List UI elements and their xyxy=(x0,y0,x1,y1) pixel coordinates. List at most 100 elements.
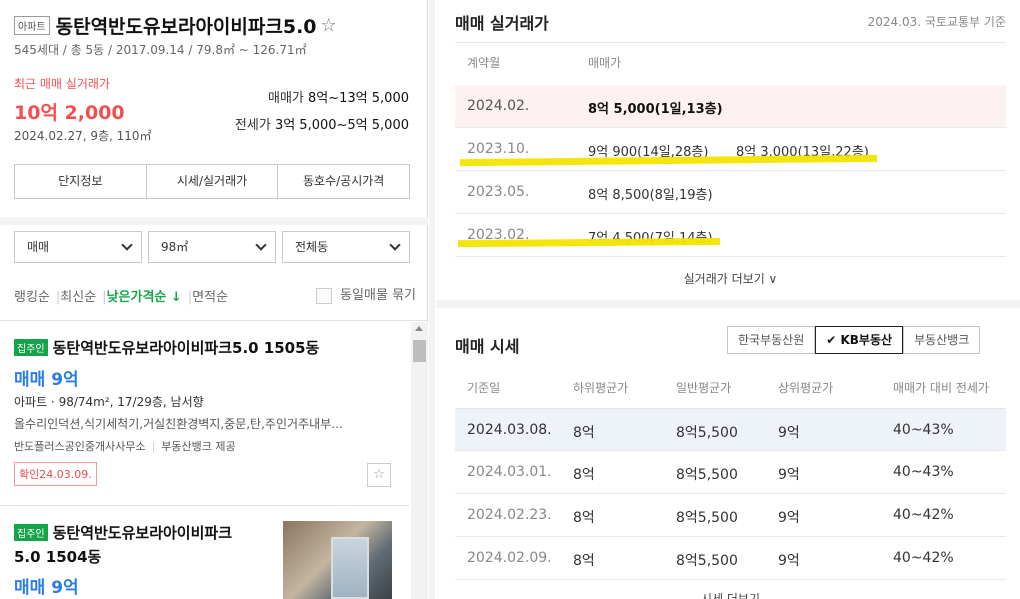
market-source-tabs: 한국부동산원 ✔ KB부동산 부동산뱅크 xyxy=(727,326,981,354)
owner-tag: 집주인 xyxy=(14,339,48,356)
sort-ranking[interactable]: 랭킹순 xyxy=(14,290,50,305)
listing-description: 올수리인덕션,식기세척기,거실친환경벽지,중문,탄,주인거주내부… xyxy=(14,417,344,431)
scrollbar-thumb[interactable] xyxy=(413,340,426,362)
market-upper: 9억 xyxy=(778,553,800,569)
listing-favorite-star-icon[interactable]: ☆ xyxy=(367,463,391,487)
favorite-star-icon[interactable]: ☆ xyxy=(321,15,337,36)
market-date: 2024.03.01. xyxy=(467,464,552,480)
dong-select[interactable]: 전체동 xyxy=(282,231,410,263)
market-general: 8억5,500 xyxy=(676,553,738,569)
area-select[interactable]: 98㎡ xyxy=(148,231,276,263)
market-row: 2024.02.23. 8억 8억5,500 9억 40~42% xyxy=(455,494,1006,537)
tab-kb-real-estate[interactable]: ✔ KB부동산 xyxy=(815,326,904,354)
section-divider xyxy=(436,300,1020,308)
listing-photo[interactable] xyxy=(283,521,392,599)
sort-latest[interactable]: 최신순 xyxy=(60,290,96,305)
market-general: 8억5,500 xyxy=(676,425,738,441)
listing-title-line1: 동탄역반도유보라아이비파크 xyxy=(52,524,233,542)
sort-area[interactable]: 면적순 xyxy=(192,290,228,305)
trade-type-select[interactable]: 매매 xyxy=(14,231,142,263)
sort-options: 랭킹순 |최신순 |낮은가격순 ↓ |면적순 동일매물 묶기 xyxy=(14,284,416,305)
data-provider: 부동산뱅크 제공 xyxy=(161,440,236,453)
same-listing-label: 동일매물 묶기 xyxy=(340,288,416,303)
area-value: 98㎡ xyxy=(161,240,189,254)
listing-agent: 반도플러스공인중개사사무소 | 부동산뱅크 제공 xyxy=(14,440,236,453)
col-upper-avg: 상위평균가 xyxy=(778,381,834,395)
checkbox-icon[interactable] xyxy=(316,287,333,304)
transactions-source: 2024.03. 국토교통부 기준 xyxy=(867,15,1006,29)
sale-price-value: 8억~13억 5,000 xyxy=(308,91,409,106)
panel-divider xyxy=(429,0,435,599)
agent-name: 반도플러스공인중개사사무소 xyxy=(14,440,146,453)
listing-price: 매매 9억 xyxy=(14,370,79,390)
col-lower-avg: 하위평균가 xyxy=(573,381,629,395)
transaction-date: 2023.10. xyxy=(467,141,530,157)
right-panel: 매매 실거래가 2024.03. 국토교통부 기준 계약월 매매가 2024.0… xyxy=(436,0,1020,599)
recent-price-date: 2024.02.27, 9층, 110㎡ xyxy=(14,129,152,143)
market-ratio: 40~43% xyxy=(893,464,954,480)
chevron-down-icon xyxy=(389,239,401,251)
market-title: 매매 시세 xyxy=(455,337,520,356)
transactions-top-line xyxy=(455,42,1006,43)
market-lower: 8억 xyxy=(573,425,595,441)
listing-item[interactable]: 집주인 동탄역반도유보라아이비파크 5.0 1504동 매매 9억 xyxy=(14,522,274,598)
listing-title: 동탄역반도유보라아이비파크5.0 1505동 xyxy=(52,339,320,357)
listing-spec: 아파트 · 98/74m², 17/29층, 남서향 xyxy=(14,395,204,409)
market-general: 8억5,500 xyxy=(676,467,738,483)
transaction-price: 8억 5,000(1일,13층) xyxy=(588,102,723,117)
window-image xyxy=(331,537,369,599)
chevron-down-icon xyxy=(255,239,267,251)
sort-divider xyxy=(0,320,428,321)
transaction-date: 2023.05. xyxy=(467,184,530,200)
market-date: 2024.03.08. xyxy=(467,422,552,438)
same-listing-toggle[interactable]: 동일매물 묶기 xyxy=(316,284,416,304)
listing-item[interactable]: 집주인 동탄역반도유보라아이비파크5.0 1505동 매매 9억 아파트 · 98… xyxy=(14,337,394,486)
col-contract-month: 계약월 xyxy=(467,56,501,70)
tab-complex-info[interactable]: 단지정보 xyxy=(15,165,147,198)
jeonse-price-label: 전세가 xyxy=(234,118,271,133)
market-row: 2024.02.09. 8억 8억5,500 9억 40~42% xyxy=(455,537,1006,580)
market-lower: 8억 xyxy=(573,467,595,483)
market-ratio: 40~42% xyxy=(893,550,954,566)
sale-price-label: 매매가 xyxy=(267,91,304,106)
market-row: 2024.03.08. 8억 8억5,500 9억 40~43% xyxy=(455,408,1006,451)
tab-unit-official[interactable]: 동호수/공시가격 xyxy=(278,165,409,198)
market-upper: 9억 xyxy=(778,425,800,441)
transaction-row: 2024.02. 8억 5,000(1일,13층) xyxy=(455,85,1006,128)
scroll-up-arrow-icon[interactable] xyxy=(415,326,423,331)
type-badge: 아파트 xyxy=(14,16,50,35)
col-jeonse-ratio: 매매가 대비 전세가 xyxy=(893,381,989,395)
sort-lowest-price[interactable]: 낮은가격순 ↓ xyxy=(107,290,182,305)
complex-tabs: 단지정보 시세/실거래가 동호수/공시가격 xyxy=(14,164,410,199)
left-panel: 아파트 동탄역반도유보라아이비파크5.0 ☆ 545세대 / 총 5동 / 2017… xyxy=(0,0,428,599)
complex-name: 동탄역반도유보라아이비파크5.0 xyxy=(55,16,317,38)
market-lower: 8억 xyxy=(573,553,595,569)
complex-meta: 545세대 / 총 5동 / 2017.09.14 / 79.8㎡ ~ 126.… xyxy=(14,43,307,57)
scrollbar[interactable] xyxy=(411,322,428,599)
listing-title-line2: 5.0 1504동 xyxy=(14,548,102,566)
section-divider xyxy=(0,217,428,225)
market-general: 8억5,500 xyxy=(676,510,738,526)
col-sale-price: 매매가 xyxy=(588,56,622,70)
jeonse-price-value: 3억 5,000~5억 5,000 xyxy=(274,118,409,133)
market-ratio: 40~43% xyxy=(893,422,954,438)
market-upper: 9억 xyxy=(778,467,800,483)
col-general-avg: 일반평균가 xyxy=(676,381,732,395)
market-upper: 9억 xyxy=(778,510,800,526)
market-more-link[interactable]: 시세 더보기 xyxy=(455,590,1006,599)
tab-korea-real-estate[interactable]: 한국부동산원 xyxy=(727,326,816,354)
dong-value: 전체동 xyxy=(295,240,329,254)
tab-price[interactable]: 시세/실거래가 xyxy=(147,165,279,198)
sale-price-range: 매매가 8억~13억 5,000 xyxy=(268,87,409,106)
transactions-more-link[interactable]: 실거래가 더보기 ∨ xyxy=(455,270,1006,287)
recent-price-label: 최근 매매 실거래가 xyxy=(14,77,110,91)
transaction-row: 2023.05. 8억 8,500(8일,19층) xyxy=(455,171,1006,214)
transactions-title: 매매 실거래가 xyxy=(455,14,549,33)
listing-divider xyxy=(0,505,410,506)
market-ratio: 40~42% xyxy=(893,507,954,523)
market-date: 2024.02.09. xyxy=(467,550,552,566)
recent-price: 10억 2,000 xyxy=(14,102,125,124)
transaction-row: 2023.02. 7억 4,500(7일,14층) xyxy=(455,214,1006,257)
tab-real-estate-bank[interactable]: 부동산뱅크 xyxy=(903,326,981,354)
market-lower: 8억 xyxy=(573,510,595,526)
